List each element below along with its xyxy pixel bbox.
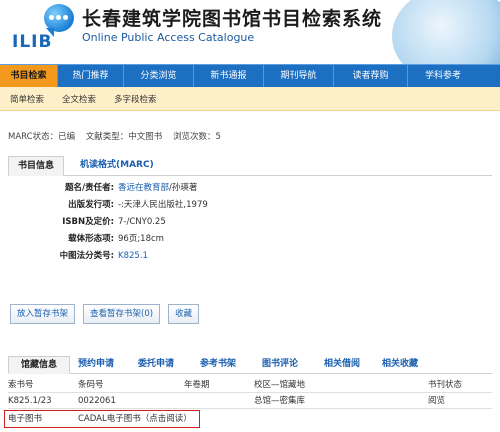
- field-label: 中图法分类号:: [59, 251, 114, 261]
- nav-item-category-browse[interactable]: 分类浏览: [124, 65, 194, 87]
- tab-related-borrow[interactable]: 相关借阅: [324, 356, 360, 374]
- field-title-author: 题名/责任者: 香远在教育部/孙瑛著: [8, 180, 308, 197]
- subnav-multifield-search[interactable]: 多字段检索: [114, 93, 157, 105]
- tab-bibliographic-info[interactable]: 书目信息: [8, 156, 64, 176]
- field-isbn-price: ISBN及定价: 7-/CNY0.25: [8, 214, 308, 231]
- globe-decoration: [392, 0, 500, 64]
- nav-item-subject-reference[interactable]: 学科参考: [408, 65, 478, 87]
- marc-status: MARC状态：已编: [8, 132, 76, 142]
- field-publication: 出版发行项: -:天津人民出版社,1979: [8, 197, 308, 214]
- view-shelf-button[interactable]: 查看暂存书架(0): [83, 304, 161, 324]
- col-barcode: 条码号: [78, 380, 104, 390]
- classification-link[interactable]: K825.1: [118, 251, 148, 261]
- tab-reservation[interactable]: 预约申请: [78, 356, 114, 374]
- ebook-label: 电子图书: [8, 414, 43, 424]
- marc-info-line: MARC状态：已编 文献类型：中文图书 浏览次数：5: [8, 130, 229, 142]
- doc-type: 文献类型：中文图书: [85, 132, 163, 142]
- field-value: K825.1: [118, 248, 148, 265]
- subnav-simple-search[interactable]: 简单检索: [10, 93, 44, 105]
- field-value: 7-/CNY0.25: [118, 217, 166, 227]
- tab-reference-shelf[interactable]: 参考书架: [200, 356, 236, 374]
- bibliographic-fields: 题名/责任者: 香远在教育部/孙瑛著 出版发行项: -:天津人民出版社,1979…: [8, 180, 308, 265]
- field-physical-description: 载体形态项: 96页;18cm: [8, 231, 308, 248]
- favorite-button[interactable]: 收藏: [168, 304, 200, 324]
- field-label: 题名/责任者:: [64, 183, 114, 193]
- holdings-table: 索书号 条码号 年卷期 校区—馆藏地 书刊状态 K825.1/23 002206…: [8, 377, 492, 409]
- holding-tabbar: 馆藏信息 预约申请 委托申请 参考书架 图书评论 相关借阅 相关收藏: [8, 356, 492, 374]
- nav-item-reader-recommend[interactable]: 读者荐购: [334, 65, 408, 87]
- field-value: 香远在教育部/孙瑛著: [118, 180, 197, 197]
- col-status: 书刊状态: [428, 380, 463, 390]
- field-label: 出版发行项:: [68, 200, 114, 210]
- call-number: K825.1/23: [8, 396, 52, 406]
- field-classification: 中图法分类号: K825.1: [8, 248, 308, 265]
- field-label: 载体形态项:: [68, 234, 114, 244]
- barcode: 0022061: [78, 396, 116, 406]
- main-nav: 书目检索 热门推荐 分类浏览 新书通报 期刊导航 读者荐购 学科参考: [0, 64, 500, 87]
- nav-item-new-books[interactable]: 新书通报: [194, 65, 264, 87]
- logo-text: ILIB: [12, 32, 53, 52]
- speech-bubble-icon: [44, 4, 74, 37]
- subnav-fulltext-search[interactable]: 全文检索: [62, 93, 96, 105]
- field-value: 96页;18cm: [118, 234, 164, 244]
- author-text: /孙瑛著: [169, 183, 198, 193]
- tab-holding-info[interactable]: 馆藏信息: [8, 356, 70, 374]
- site-header: ILIB 长春建筑学院图书馆书目检索系统 Online Public Acces…: [0, 0, 500, 64]
- site-subtitle: Online Public Access Catalogue: [82, 31, 255, 44]
- ilib-logo[interactable]: ILIB: [8, 2, 74, 54]
- col-volume: 年卷期: [184, 380, 210, 390]
- detail-tabbar: 书目信息 机读格式(MARC): [8, 156, 492, 176]
- action-buttons: 放入暂存书架 查看暂存书架(0) 收藏: [10, 304, 207, 324]
- site-title: 长春建筑学院图书馆书目检索系统: [82, 8, 383, 30]
- tab-related-collect[interactable]: 相关收藏: [382, 356, 418, 374]
- nav-item-bibliographic-search[interactable]: 书目检索: [0, 65, 58, 87]
- title-link[interactable]: 香远在教育部: [118, 183, 169, 193]
- tab-book-review[interactable]: 图书评论: [262, 356, 298, 374]
- location: 总馆—密集库: [254, 396, 306, 406]
- status: 阅览: [428, 396, 446, 406]
- add-to-shelf-button[interactable]: 放入暂存书架: [10, 304, 76, 324]
- field-label: ISBN及定价:: [62, 217, 114, 227]
- field-value: -:天津人民出版社,1979: [118, 200, 208, 210]
- view-count: 浏览次数：5: [173, 132, 221, 142]
- nav-item-hot-recommend[interactable]: 热门推荐: [58, 65, 124, 87]
- cadal-ebook-link[interactable]: CADAL电子图书（点击阅读）: [78, 412, 192, 424]
- nav-item-journal-nav[interactable]: 期刊导航: [264, 65, 334, 87]
- col-location: 校区—馆藏地: [254, 380, 306, 390]
- table-row: K825.1/23 0022061 总馆—密集库 阅览: [8, 393, 492, 409]
- tab-marc-format[interactable]: 机读格式(MARC): [72, 156, 162, 176]
- table-header-row: 索书号 条码号 年卷期 校区—馆藏地 书刊状态: [8, 377, 492, 393]
- tab-entrust[interactable]: 委托申请: [138, 356, 174, 374]
- col-call-number: 索书号: [8, 380, 34, 390]
- sub-nav: 简单检索 全文检索 多字段检索: [0, 87, 500, 111]
